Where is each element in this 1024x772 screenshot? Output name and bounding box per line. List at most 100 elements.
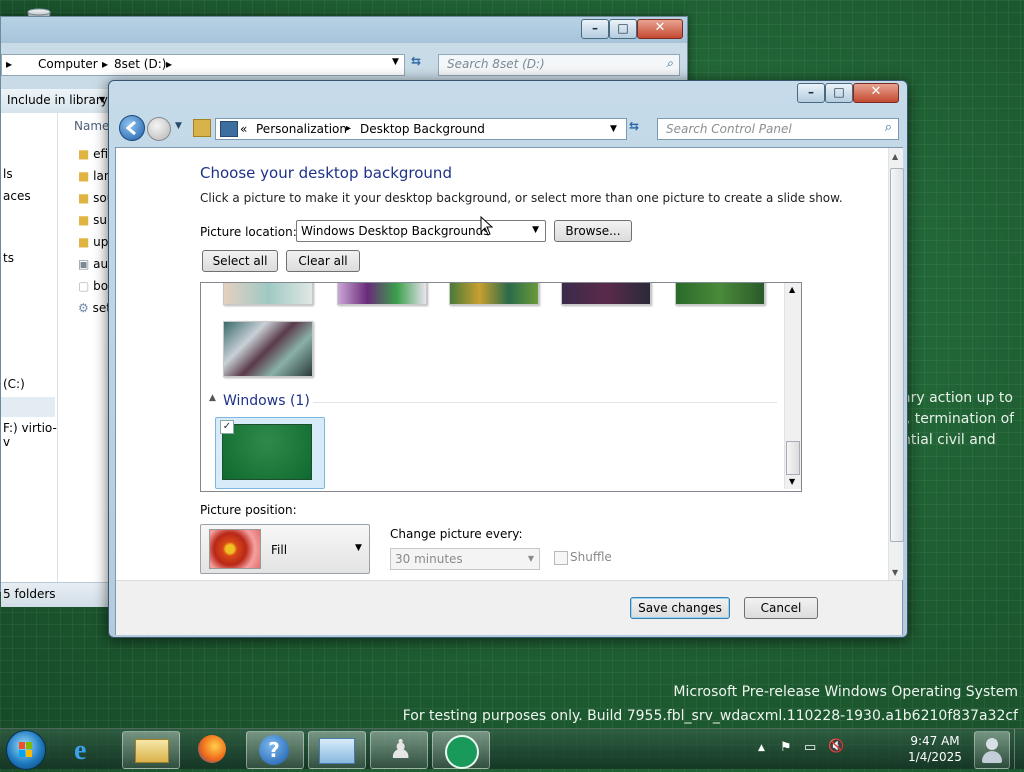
content-scroll-thumb[interactable] xyxy=(890,168,904,542)
chevron-down-icon[interactable]: ▼ xyxy=(392,57,399,67)
shuffle-checkbox[interactable] xyxy=(554,551,568,565)
breadcrumb-computer[interactable]: Computer xyxy=(38,57,98,71)
wallpaper-thumbnail[interactable] xyxy=(561,283,651,305)
breadcrumb-personalization[interactable]: Personalization xyxy=(256,119,347,139)
clear-all-button[interactable]: Clear all xyxy=(286,250,360,272)
explorer-maximize-button[interactable]: □ xyxy=(609,19,637,39)
chevron-right-icon: ▸ xyxy=(6,57,13,71)
search-control-panel-input[interactable]: Search Control Panel ⌕ xyxy=(657,118,899,140)
up-folder-icon[interactable] xyxy=(193,119,211,137)
chevron-down-icon: ▼ xyxy=(532,225,539,235)
select-all-button[interactable]: Select all xyxy=(202,250,278,272)
show-desktop-button[interactable] xyxy=(1014,729,1024,769)
explorer-navigation-pane: ls aces ts (C:) F:) virtio-v xyxy=(1,113,58,589)
volume-muted-icon[interactable]: 🔇 xyxy=(828,739,844,754)
green-app-taskbar-button[interactable] xyxy=(432,731,490,769)
firefox-taskbar-button[interactable] xyxy=(186,731,242,767)
back-button[interactable] xyxy=(119,115,145,141)
wallpaper-checkbox[interactable]: ✓ xyxy=(220,420,234,434)
windows-logo-icon xyxy=(19,742,32,757)
app-green-icon xyxy=(445,735,479,769)
desktop-background-window[interactable]: – □ ✕ ▼ « Personalization ▸ Desktop Back… xyxy=(108,80,908,638)
control-panel-taskbar-button[interactable] xyxy=(308,731,366,769)
scroll-down-icon[interactable]: ▼ xyxy=(892,568,898,577)
save-changes-button[interactable]: Save changes xyxy=(630,597,730,619)
selected-wallpaper-item[interactable]: ✓ xyxy=(215,417,325,489)
refresh-icon[interactable]: ⇆ xyxy=(411,54,433,74)
help-taskbar-button[interactable]: ? xyxy=(246,731,304,769)
picture-location-select[interactable]: Windows Desktop Backgrounds ▼ xyxy=(296,220,546,242)
gallery-scroll-thumb[interactable] xyxy=(786,441,800,475)
forward-button[interactable] xyxy=(147,117,171,141)
close-button[interactable]: ✕ xyxy=(853,83,899,103)
nav-item-drive-c[interactable]: (C:) xyxy=(3,377,25,391)
refresh-icon[interactable]: ⇆ xyxy=(629,119,651,139)
address-bar[interactable]: « Personalization ▸ Desktop Background ▼ xyxy=(215,118,627,140)
breadcrumb-drive[interactable]: 8set (D:) xyxy=(114,57,166,71)
chevron-right-icon: ▸ xyxy=(102,57,109,71)
clock[interactable]: 9:47 AM 1/4/2025 xyxy=(902,733,968,765)
list-item[interactable]: ■ efi xyxy=(78,147,108,161)
explorer-address-bar[interactable]: ▸ Computer ▸ 8set (D:) ▸ ▼ xyxy=(1,54,405,76)
scroll-up-icon[interactable]: ▲ xyxy=(789,285,795,294)
chess-piece-icon: ♟ xyxy=(389,735,413,765)
page-description: Click a picture to make it your desktop … xyxy=(200,191,843,205)
content-area: Choose your desktop background Click a p… xyxy=(115,147,904,635)
change-picture-select[interactable]: 30 minutes ▼ xyxy=(390,548,540,570)
start-button[interactable] xyxy=(6,730,46,770)
nav-item[interactable]: ts xyxy=(3,251,14,265)
control-panel-icon xyxy=(319,738,355,764)
picture-position-select[interactable]: Fill ▼ xyxy=(200,524,370,574)
wallpaper-thumbnail[interactable] xyxy=(337,283,427,305)
action-center-flag-icon[interactable]: ⚑ xyxy=(780,740,792,755)
wallpaper-thumbnail xyxy=(222,424,312,480)
wallpaper-thumbnail[interactable] xyxy=(223,283,313,305)
change-picture-label: Change picture every: xyxy=(390,527,523,541)
internet-explorer-taskbar-button[interactable]: e xyxy=(62,731,118,767)
wallpaper-thumbnail[interactable] xyxy=(675,283,765,305)
show-hidden-icons-button[interactable]: ▲ xyxy=(758,743,765,753)
breadcrumb-overflow[interactable]: « xyxy=(240,119,247,139)
chess-taskbar-button[interactable]: ♟ xyxy=(370,731,428,769)
windows-explorer-taskbar-button[interactable] xyxy=(122,731,180,769)
arrow-left-icon xyxy=(125,120,136,136)
recent-pages-icon[interactable]: ▼ xyxy=(175,121,182,131)
desktop-behind-text: ary action up to ', termination of ntial… xyxy=(902,390,1015,448)
dialog-footer: Save changes Cancel xyxy=(116,580,902,635)
clock-date: 1/4/2025 xyxy=(908,750,962,764)
network-icon[interactable]: ▭ xyxy=(804,740,816,755)
explorer-close-button[interactable]: ✕ xyxy=(637,19,683,39)
wallpaper-thumbnail[interactable] xyxy=(223,321,313,377)
firefox-icon xyxy=(198,735,226,763)
wallpaper-gallery[interactable]: ▲ Windows (1) ✓ ▲ ▼ xyxy=(200,282,802,492)
nav-item[interactable]: ls xyxy=(3,167,13,181)
chevron-down-icon[interactable]: ▼ xyxy=(610,119,617,139)
internet-explorer-icon: e xyxy=(74,735,87,766)
nav-item[interactable]: aces xyxy=(3,189,31,203)
chevron-down-icon: ▼ xyxy=(99,95,106,104)
gallery-scrollbar[interactable]: ▲ ▼ xyxy=(784,283,801,489)
cancel-button[interactable]: Cancel xyxy=(744,597,818,619)
content-scrollbar[interactable]: ▲ ▼ xyxy=(888,148,904,580)
explorer-minimize-button[interactable]: – xyxy=(581,19,609,39)
user-avatar[interactable] xyxy=(974,731,1010,769)
build-watermark: Microsoft Pre-release Windows Operating … xyxy=(402,684,1018,724)
maximize-button[interactable]: □ xyxy=(825,83,853,103)
fill-preview-icon xyxy=(209,529,261,569)
include-in-library-button[interactable]: Include in library xyxy=(7,93,108,107)
help-icon: ? xyxy=(259,735,289,765)
column-header-name[interactable]: Name xyxy=(74,119,109,133)
nav-item-drive-f[interactable]: F:) virtio-v xyxy=(3,421,57,449)
shuffle-label: Shuffle xyxy=(570,550,612,564)
wallpaper-thumbnail[interactable] xyxy=(449,283,539,305)
list-item[interactable]: ▣ au xyxy=(78,257,108,271)
minimize-button[interactable]: – xyxy=(797,83,825,103)
explorer-search-input[interactable]: Search 8set (D:) ⌕ xyxy=(438,54,680,76)
scroll-down-icon[interactable]: ▼ xyxy=(789,477,795,486)
collapse-group-icon[interactable]: ▲ xyxy=(209,393,216,403)
scroll-up-icon[interactable]: ▲ xyxy=(892,152,898,161)
group-header-windows[interactable]: Windows (1) xyxy=(223,393,310,409)
browse-button[interactable]: Browse... xyxy=(554,220,632,242)
mouse-cursor-icon xyxy=(480,215,494,239)
breadcrumb-desktop-background[interactable]: Desktop Background xyxy=(360,119,485,139)
